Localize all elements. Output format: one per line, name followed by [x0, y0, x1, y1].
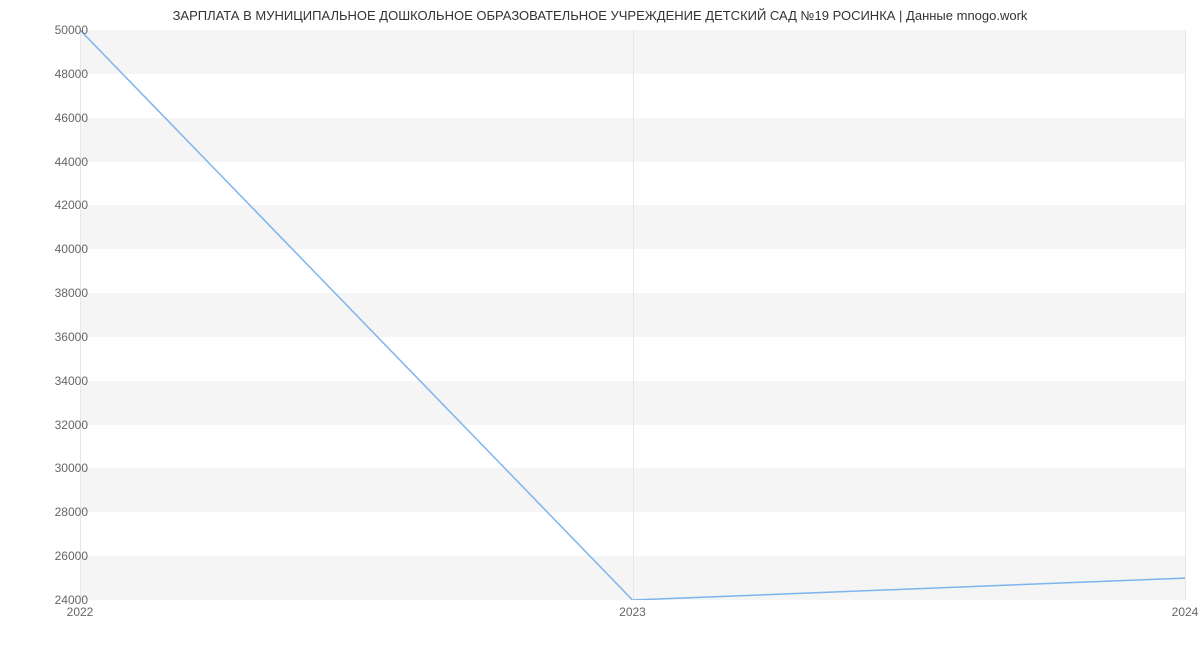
x-axis-tick: 2024	[1172, 605, 1199, 619]
chart-plot-area	[80, 30, 1185, 600]
y-axis-tick: 40000	[55, 242, 88, 256]
y-axis-tick: 26000	[55, 549, 88, 563]
y-axis-tick: 30000	[55, 461, 88, 475]
x-axis-tick: 2023	[619, 605, 646, 619]
y-axis-tick: 48000	[55, 67, 88, 81]
y-axis-tick: 34000	[55, 374, 88, 388]
y-axis-tick: 32000	[55, 418, 88, 432]
line-series	[80, 30, 1185, 600]
y-axis-tick: 50000	[55, 23, 88, 37]
y-axis-tick: 38000	[55, 286, 88, 300]
y-axis-tick: 42000	[55, 198, 88, 212]
y-axis-tick: 28000	[55, 505, 88, 519]
chart-title: ЗАРПЛАТА В МУНИЦИПАЛЬНОЕ ДОШКОЛЬНОЕ ОБРА…	[173, 8, 1028, 23]
y-axis-tick: 36000	[55, 330, 88, 344]
y-axis-tick: 46000	[55, 111, 88, 125]
y-axis-tick: 44000	[55, 155, 88, 169]
x-axis-tick: 2022	[67, 605, 94, 619]
